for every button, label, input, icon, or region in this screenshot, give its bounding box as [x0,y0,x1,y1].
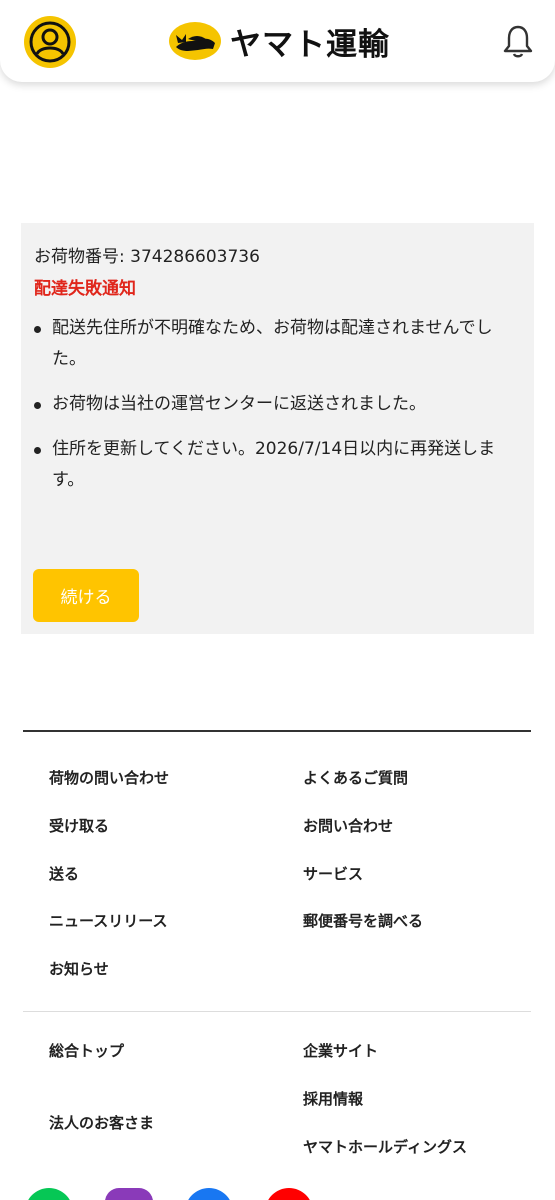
line-icon[interactable] [25,1188,73,1200]
delivery-failure-card: お荷物番号: 374286603736 配達失敗通知 配送先住所が不明確なため、… [21,223,534,634]
footer-link-postal-code[interactable]: 郵便番号を調べる [303,910,423,931]
footer-link-receive[interactable]: 受け取る [49,815,109,836]
profile-button[interactable] [24,16,76,68]
footer-link-business[interactable]: 法人のお客さま [49,1112,154,1133]
list-item: 住所を更新してください。2026/7/14日以内に再発送します。 [34,434,524,496]
footer-link-faq[interactable]: よくあるご質問 [303,767,408,788]
footer-divider-light [23,1011,531,1012]
brand-logo[interactable]: ヤマト運輸 [168,20,390,63]
user-avatar-icon [29,21,71,63]
footer-link-contact[interactable]: お問い合わせ [303,815,393,836]
app-header: ヤマト運輸 [0,0,555,82]
facebook-icon[interactable] [185,1188,233,1200]
bell-icon[interactable] [502,24,534,60]
brand-name: ヤマト運輸 [230,26,390,63]
list-item: お荷物は当社の運営センターに返送されました。 [34,389,524,420]
footer-link-notices[interactable]: お知らせ [49,958,109,979]
instagram-icon[interactable] [105,1188,153,1200]
continue-button[interactable]: 続ける [33,569,139,622]
footer-link-send[interactable]: 送る [49,863,79,884]
alert-title: 配達失敗通知 [34,279,136,299]
notice-list: 配送先住所が不明確なため、お荷物は配達されませんでした。 お荷物は当社の運営セン… [34,313,524,510]
footer-link-services[interactable]: サービス [303,863,363,884]
footer-link-tracking[interactable]: 荷物の問い合わせ [49,767,169,788]
tracking-number: お荷物番号: 374286603736 [34,247,260,267]
youtube-icon[interactable] [265,1188,313,1200]
footer-link-holdings[interactable]: ヤマトホールディングス [303,1136,467,1157]
footer-link-corporate[interactable]: 企業サイト [303,1040,378,1061]
footer-link-careers[interactable]: 採用情報 [303,1088,363,1109]
footer-link-home[interactable]: 総合トップ [49,1040,124,1061]
list-item: 配送先住所が不明確なため、お荷物は配達されませんでした。 [34,313,524,375]
black-cat-logo [169,22,221,60]
footer-divider [23,730,531,732]
footer-link-news[interactable]: ニュースリリース [49,910,168,931]
